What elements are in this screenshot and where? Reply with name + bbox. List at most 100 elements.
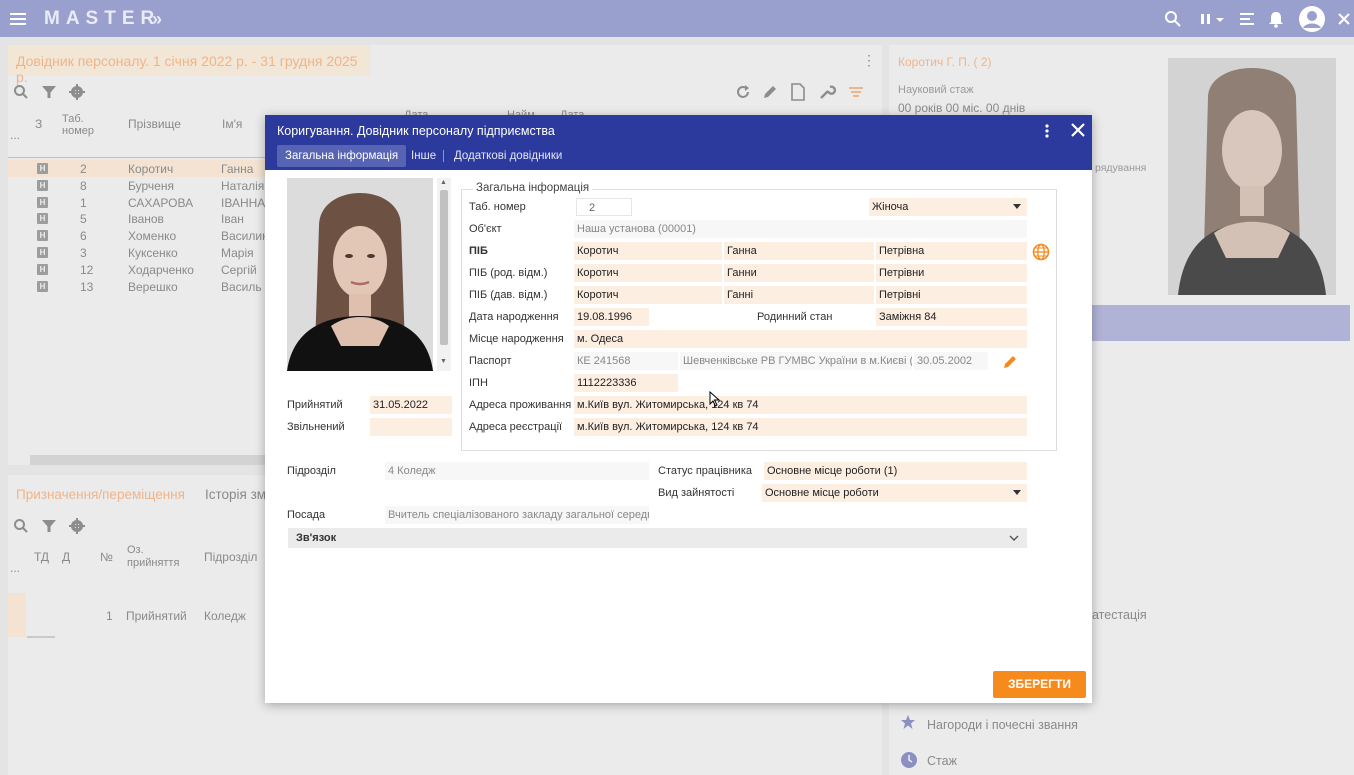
- table-row[interactable]: Н 3 Куксенко Марія: [8, 244, 266, 261]
- awards-item[interactable]: Нагороди і почесні звання: [927, 718, 1078, 732]
- birth-date-field[interactable]: 19.08.1996: [574, 308, 649, 326]
- tab-additional[interactable]: Додаткові довідники: [446, 145, 570, 167]
- patronymic-rod-field[interactable]: Петрівни: [876, 264, 1027, 282]
- close-icon[interactable]: [1336, 9, 1354, 29]
- save-button[interactable]: ЗБЕРЕГТИ: [993, 671, 1086, 698]
- search-icon[interactable]: [1163, 9, 1183, 29]
- wrench-icon[interactable]: [818, 83, 836, 101]
- column-name[interactable]: Ім'я: [222, 117, 242, 131]
- column-pidrozdil[interactable]: Підрозділ: [204, 550, 257, 564]
- column-d[interactable]: Д: [62, 550, 70, 564]
- table-row[interactable]: Н 12 Ходарченко Сергій: [8, 261, 266, 278]
- column-dots: ...: [10, 128, 21, 142]
- accepted-date-field[interactable]: 31.05.2022: [370, 396, 452, 414]
- table-row[interactable]: Н 13 Верешко Василь: [8, 278, 266, 295]
- employment-type-select[interactable]: Основне місце роботи: [762, 484, 1027, 502]
- gear-icon[interactable]: [68, 517, 86, 535]
- tab-other[interactable]: Інше: [403, 145, 444, 167]
- column-td[interactable]: ТД: [34, 550, 49, 564]
- chevron-down-icon[interactable]: [1214, 9, 1234, 29]
- employee-status-field[interactable]: Основне місце роботи (1): [764, 462, 1027, 480]
- bell-icon[interactable]: [1266, 9, 1286, 29]
- tab-general-info[interactable]: Загальна інформація: [277, 145, 407, 167]
- row-status-icon: Н: [37, 263, 48, 275]
- passport-number-field[interactable]: КЕ 241568: [574, 352, 678, 370]
- birthplace-field[interactable]: м. Одеса: [574, 330, 1027, 348]
- first-name-field[interactable]: Ганна: [724, 242, 874, 260]
- logo-arrow[interactable]: »: [152, 9, 162, 30]
- cell-pidrozdil: Коледж: [204, 609, 246, 623]
- tab-number-field[interactable]: 2: [576, 198, 632, 216]
- tab-assignments[interactable]: Призначення/переміщення: [16, 487, 185, 502]
- label-status: Статус працівника: [658, 465, 752, 477]
- family-status-field[interactable]: Заміжня 84: [876, 308, 1027, 326]
- filter-icon[interactable]: [41, 84, 57, 100]
- header-divider: [8, 157, 266, 158]
- surname-rod-field[interactable]: Коротич: [574, 264, 722, 282]
- column-surname[interactable]: Прізвище: [128, 117, 181, 131]
- object-field[interactable]: Наша установа (00001): [574, 220, 1027, 238]
- surname-field[interactable]: Коротич: [574, 242, 722, 260]
- relation-section[interactable]: Зв'язок: [288, 528, 1027, 548]
- more-vert-icon[interactable]: [1041, 123, 1053, 139]
- address-live-field[interactable]: м.Київ вул. Житомирська, 124 кв 74: [574, 396, 1027, 414]
- staff-list-title: Довідник персоналу. 1 січня 2022 р. - 31…: [8, 45, 370, 85]
- cell-surname: Іванов: [128, 212, 164, 227]
- horizontal-scrollbar[interactable]: [30, 455, 266, 465]
- tab-history[interactable]: Історія зм: [205, 487, 266, 502]
- label-tab-number: Таб. номер: [469, 201, 526, 213]
- filter-icon[interactable]: [41, 518, 57, 534]
- scroll-down-icon[interactable]: ▼: [440, 358, 447, 365]
- table-row[interactable]: Н 6 Хоменко Василин: [8, 227, 269, 244]
- attestation-item[interactable]: атестація: [1092, 608, 1147, 622]
- search-icon[interactable]: [13, 518, 29, 534]
- star-icon: [900, 714, 916, 730]
- table-row[interactable]: Н 1 САХАРОВА ІВАННА: [8, 194, 266, 211]
- edit-icon[interactable]: [762, 84, 778, 100]
- cell-surname: Куксенко: [128, 246, 178, 260]
- column-tab-number[interactable]: Таб. номер: [62, 113, 114, 137]
- column-no[interactable]: №: [100, 550, 113, 564]
- surname-dav-field[interactable]: Коротич: [574, 286, 722, 304]
- position-field[interactable]: Вчитель спеціалізованого закладу загальн…: [385, 506, 649, 524]
- patronymic-field[interactable]: Петрівна: [876, 242, 1027, 260]
- globe-icon[interactable]: [1032, 243, 1050, 261]
- passport-date-field[interactable]: 30.05.2002: [914, 352, 988, 370]
- photo-scroll-thumb[interactable]: [440, 190, 448, 345]
- close-icon[interactable]: [1070, 122, 1086, 138]
- sort-filter-icon[interactable]: [848, 84, 864, 100]
- document-icon[interactable]: [790, 83, 806, 101]
- table-row[interactable]: Н 8 Бурченя Наталія: [8, 177, 266, 194]
- list-settings-icon[interactable]: [1237, 9, 1257, 29]
- more-vert-icon[interactable]: ⋮: [862, 52, 876, 69]
- table-row[interactable]: Н 2 Коротич Ганна: [8, 160, 266, 177]
- column-z[interactable]: З: [35, 117, 42, 131]
- edit-icon[interactable]: [1002, 354, 1018, 370]
- passport-issuer-field[interactable]: Шевченківське РВ ГУМВС України в м.Києві…: [680, 352, 912, 370]
- cell-tab: 1: [80, 195, 87, 210]
- refresh-icon[interactable]: [735, 84, 751, 100]
- search-icon[interactable]: [13, 84, 29, 100]
- ipn-field[interactable]: 1112223336: [574, 374, 678, 392]
- gear-icon[interactable]: [68, 83, 86, 101]
- column-oz[interactable]: Оз. прийняття: [127, 544, 197, 570]
- row-marker: [8, 593, 26, 637]
- stazh-item[interactable]: Стаж: [927, 754, 957, 768]
- first-name-rod-field[interactable]: Ганни: [724, 264, 874, 282]
- dropdown-arrow-icon: [1013, 204, 1021, 209]
- cell-surname: Верешко: [128, 279, 178, 294]
- gender-select[interactable]: Жіноча: [869, 198, 1027, 216]
- person-name: Коротич Г. П. ( 2): [898, 55, 992, 69]
- dismissed-date-field[interactable]: [370, 418, 452, 436]
- app-logo[interactable]: MASTER: [44, 8, 160, 30]
- selected-section-bar[interactable]: [1092, 305, 1350, 341]
- menu-icon[interactable]: [8, 9, 28, 29]
- scroll-up-icon[interactable]: ▲: [440, 179, 447, 186]
- patronymic-dav-field[interactable]: Петрівні: [876, 286, 1027, 304]
- first-name-dav-field[interactable]: Ганні: [724, 286, 874, 304]
- department-field[interactable]: 4 Коледж: [385, 462, 649, 480]
- address-reg-field[interactable]: м.Київ вул. Житомирська, 124 кв 74: [574, 418, 1027, 436]
- user-avatar-icon[interactable]: [1298, 5, 1326, 33]
- gender-value: Жіноча: [872, 201, 909, 213]
- table-row[interactable]: Н 5 Іванов Іван: [8, 210, 266, 227]
